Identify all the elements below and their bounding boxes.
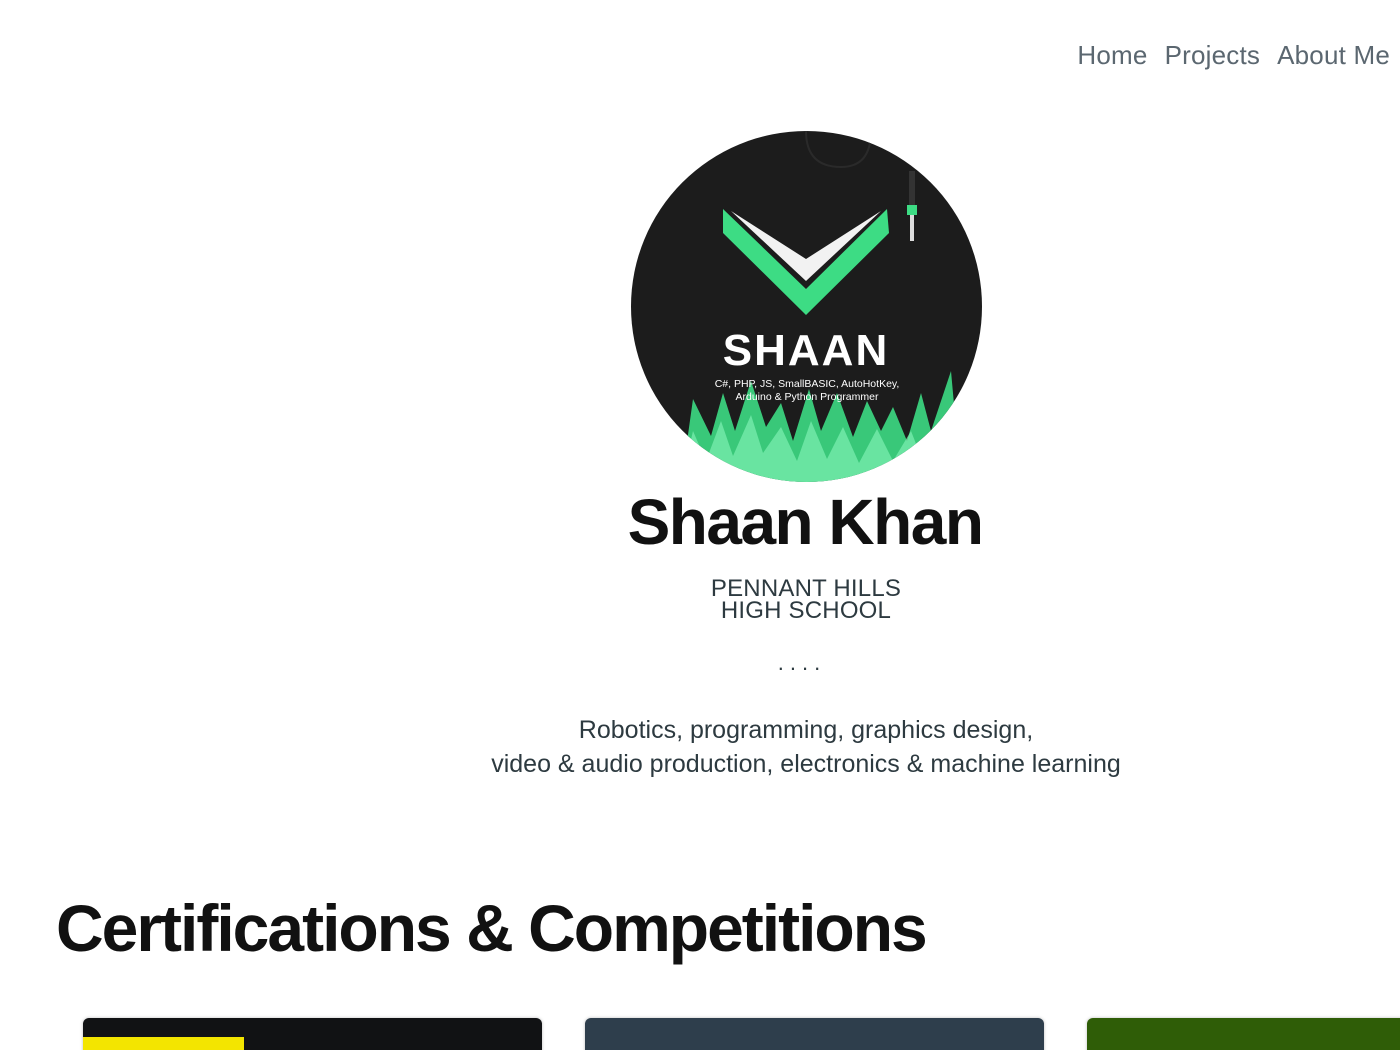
nav-projects-link[interactable]: Projects [1165,40,1261,71]
page: Home Projects About Me SHAAN C#, PHP, JS… [0,0,1400,1050]
nav-about-link[interactable]: About Me [1277,40,1390,71]
interests-line-1: Robotics, programming, graphics design, [578,716,1034,744]
profile-avatar: SHAAN C#, PHP, JS, SmallBASIC, AutoHotKe… [631,131,982,482]
card-stripe [83,1037,244,1050]
profile-school: PENNANT HILLS HIGH SCHOOL [0,575,1400,624]
section-title: Certifications & Competitions [56,891,928,965]
shaan-logo-image: SHAAN C#, PHP, JS, SmallBASIC, AutoHotKe… [631,131,982,482]
certification-card[interactable] [83,1018,542,1050]
top-nav: Home Projects About Me [1077,40,1390,71]
interests-line-2: video & audio production, electronics & … [491,750,1121,778]
dot-divider: .... [777,650,827,675]
logo-tagline-2: Arduino & Python Programmer [736,391,879,403]
logo-tagline-1: C#, PHP, JS, SmallBASIC, AutoHotKey, [715,378,900,390]
certification-card[interactable] [1087,1018,1400,1050]
school-line-2: HIGH SCHOOL [720,597,892,624]
profile-interests: Robotics, programming, graphics design, … [0,713,1400,781]
nav-home-link[interactable]: Home [1077,40,1147,71]
logo-word: SHAAN [723,326,889,375]
profile-name: Shaan Khan [627,486,984,558]
school-line-1: PENNANT HILLS [710,575,902,602]
certification-card[interactable] [585,1018,1044,1050]
